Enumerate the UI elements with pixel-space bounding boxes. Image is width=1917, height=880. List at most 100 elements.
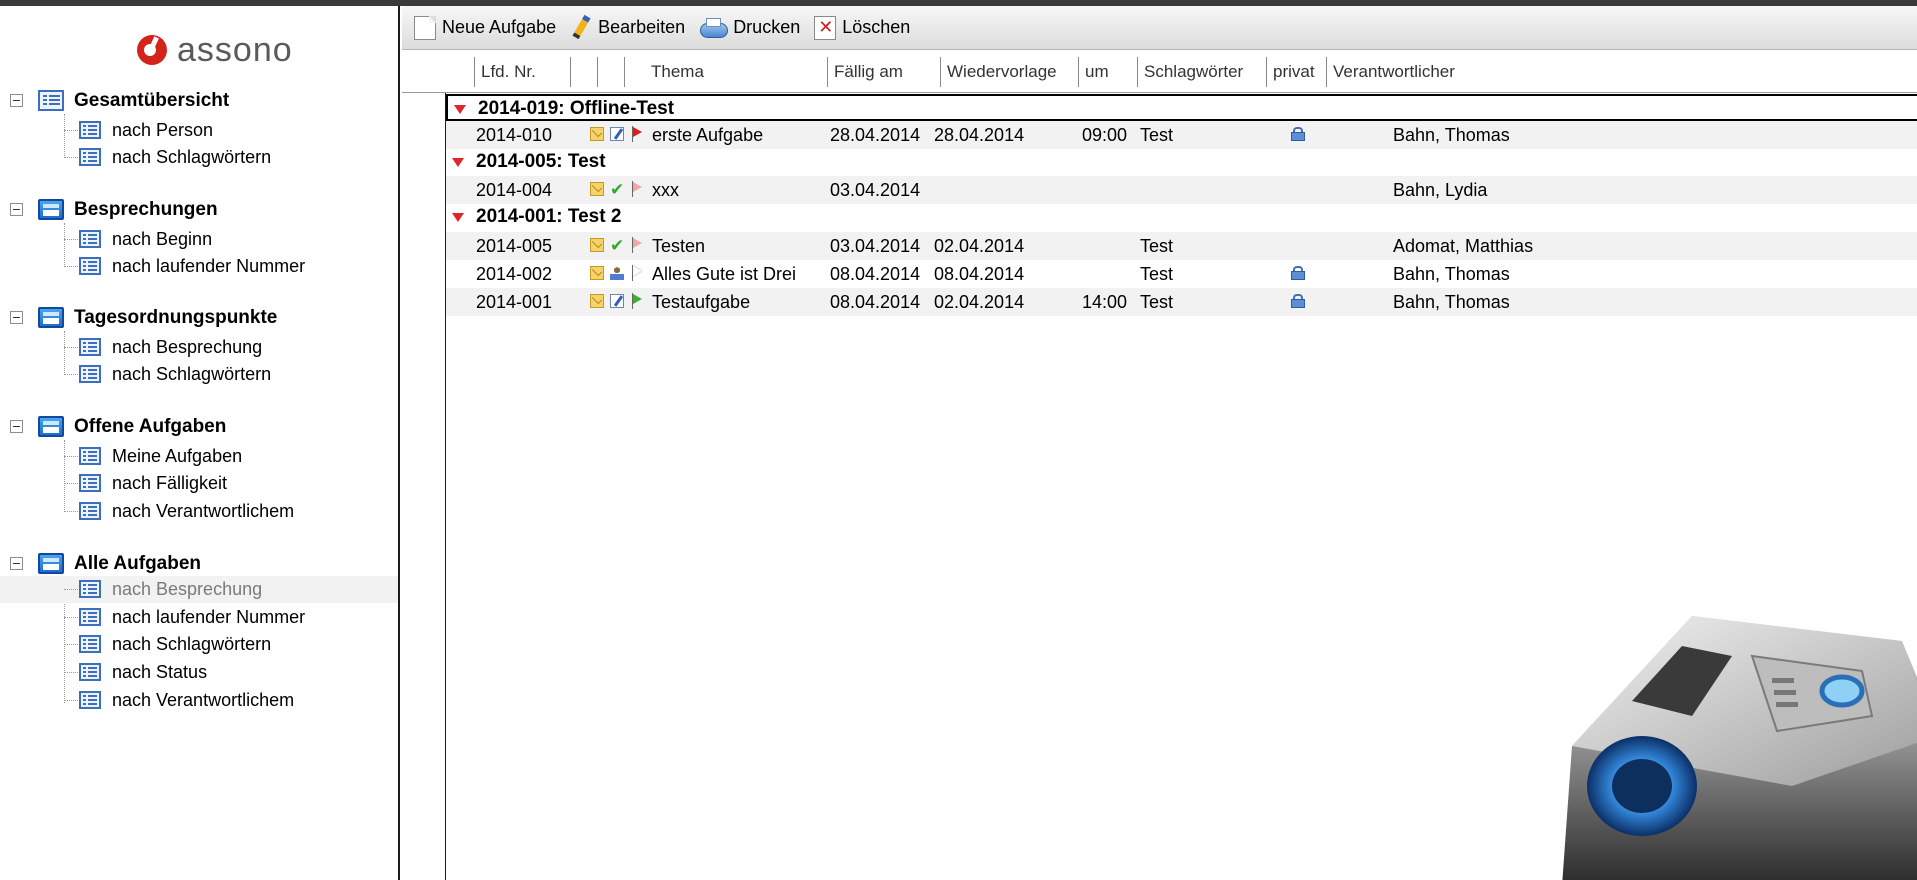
collapse-icon[interactable]	[10, 557, 23, 570]
new-task-button[interactable]: Neue Aufgabe	[414, 13, 556, 43]
table-row[interactable]: 2014-004 ✔ xxx 03.04.2014 Bahn, Lydia	[446, 176, 1917, 204]
list-view-icon	[79, 635, 101, 653]
nav-group-label: Alle Aufgaben	[74, 553, 202, 574]
collapse-icon[interactable]	[10, 94, 23, 107]
nav-item-nach-schlagwoertern[interactable]: nach Schlagwörtern	[0, 631, 398, 658]
mail-icon	[590, 266, 604, 280]
delete-button[interactable]: Löschen	[814, 13, 910, 43]
edit-button[interactable]: Bearbeiten	[570, 13, 685, 43]
list-view-icon	[79, 474, 101, 492]
column-header-um[interactable]: um	[1078, 57, 1137, 87]
flag-pink-icon[interactable]	[631, 237, 643, 253]
nav-item-nach-verantwortlichem[interactable]: nach Verantwortlichem	[0, 687, 398, 714]
pencil-icon	[570, 16, 592, 40]
column-header-verantwortlicher[interactable]: Verantwortlicher	[1326, 57, 1526, 87]
person-icon	[610, 266, 624, 280]
list-view-icon	[79, 338, 101, 356]
flag-pink-icon[interactable]	[631, 181, 643, 197]
cell-schlagwoerter: Test	[1140, 264, 1174, 284]
nav-item-nach-faelligkeit[interactable]: nach Fälligkeit	[0, 470, 398, 497]
nav-item-label: nach Schlagwörtern	[112, 364, 272, 384]
column-header-status[interactable]	[570, 57, 597, 87]
nav-item-label: nach Status	[112, 662, 208, 682]
column-header-wiedervorlage[interactable]: Wiedervorlage	[940, 57, 1078, 87]
nav-item-nach-laufender-nummer[interactable]: nach laufender Nummer	[0, 253, 398, 280]
nav-item-nach-besprechung[interactable]: nach Besprechung	[0, 334, 398, 361]
column-header-schlagwoerter[interactable]: Schlagwörter	[1137, 57, 1266, 87]
nav-item-nach-person[interactable]: nach Person	[0, 117, 398, 144]
column-header-faellig-am[interactable]: Fällig am	[827, 57, 940, 87]
nav-group-label: Besprechungen	[74, 199, 218, 220]
mail-icon	[590, 294, 604, 308]
print-button[interactable]: Drucken	[699, 13, 800, 43]
column-header-flag[interactable]	[597, 57, 624, 87]
flag-red-icon[interactable]	[631, 126, 643, 142]
cell-wiedervorlage: 02.04.2014	[934, 236, 1025, 256]
collapse-icon[interactable]	[10, 203, 23, 216]
nav-item-nach-status[interactable]: nach Status	[0, 659, 398, 686]
folder-icon	[38, 416, 64, 437]
check-icon: ✔	[610, 180, 625, 200]
cell-nr: 2014-001	[476, 292, 553, 312]
nav-item-nach-schlagwoertern[interactable]: nach Schlagwörtern	[0, 144, 398, 171]
list-view-icon	[79, 257, 101, 275]
task-group-header[interactable]: 2014-019: Offline-Test	[446, 94, 1917, 121]
lock-icon	[1290, 266, 1305, 280]
list-view-icon	[79, 691, 101, 709]
toolbar: Neue Aufgabe Bearbeiten Drucken Löschen	[402, 6, 1917, 50]
projector-illustration	[1542, 586, 1917, 880]
collapse-icon[interactable]	[10, 420, 23, 433]
check-icon: ✔	[610, 236, 625, 256]
list-view-icon	[79, 148, 101, 166]
table-row[interactable]: 2014-001 Testaufgabe 08.04.2014 02.04.20…	[446, 288, 1917, 316]
collapse-icon[interactable]	[10, 311, 23, 324]
nav-item-nach-verantwortlichem[interactable]: nach Verantwortlichem	[0, 498, 398, 525]
cell-thema: Alles Gute ist Drei	[652, 264, 797, 284]
nav-item-nach-schlagwoertern[interactable]: nach Schlagwörtern	[0, 361, 398, 388]
nav-item-label: nach Schlagwörtern	[112, 147, 272, 167]
cell-schlagwoerter: Test	[1140, 292, 1174, 312]
cell-faellig: 08.04.2014	[830, 264, 921, 284]
nav-group-label: Tagesordnungspunkte	[74, 307, 278, 328]
cell-faellig: 03.04.2014	[830, 180, 921, 200]
nav-item-nach-beginn[interactable]: nach Beginn	[0, 226, 398, 253]
nav-item-nach-besprechung-selected[interactable]: nach Besprechung	[0, 576, 398, 603]
list-view-icon	[79, 121, 101, 139]
logo-mark-icon	[137, 35, 167, 65]
cell-faellig: 03.04.2014	[830, 236, 921, 256]
collapse-triangle-icon[interactable]	[452, 213, 464, 222]
list-view-icon	[79, 365, 101, 383]
task-group-title: 2014-001: Test 2	[476, 206, 622, 227]
column-header-lfd-nr[interactable]: Lfd. Nr.	[474, 57, 570, 87]
nav-item-label: Meine Aufgaben	[112, 446, 243, 466]
new-task-label: Neue Aufgabe	[442, 17, 557, 37]
column-header-privat[interactable]: privat	[1266, 57, 1326, 87]
cell-nr: 2014-010	[476, 125, 553, 145]
list-view-icon	[79, 580, 101, 598]
mail-icon	[590, 182, 604, 196]
column-header-thema[interactable]: Thema	[624, 57, 827, 87]
cell-verantwortlicher: Bahn, Thomas	[1393, 264, 1510, 284]
print-label: Drucken	[733, 17, 801, 37]
task-group-header[interactable]: 2014-001: Test 2	[446, 204, 1917, 231]
table-row[interactable]: 2014-010 erste Aufgabe 28.04.2014 28.04.…	[446, 121, 1917, 149]
cell-nr: 2014-004	[476, 180, 553, 200]
lock-icon	[1290, 294, 1305, 308]
list-view-icon	[79, 663, 101, 681]
table-row[interactable]: 2014-005 ✔ Testen 03.04.2014 02.04.2014 …	[446, 232, 1917, 260]
collapse-triangle-icon[interactable]	[454, 105, 466, 114]
task-group-header[interactable]: 2014-005: Test	[446, 149, 1917, 176]
collapse-triangle-icon[interactable]	[452, 158, 464, 167]
main-panel: Neue Aufgabe Bearbeiten Drucken Löschen …	[402, 6, 1917, 880]
folder-icon	[38, 199, 64, 220]
cell-verantwortlicher: Bahn, Thomas	[1393, 292, 1510, 312]
table-row[interactable]: 2014-002 Alles Gute ist Drei 08.04.2014 …	[446, 260, 1917, 288]
nav-item-label: nach laufender Nummer	[112, 607, 306, 627]
nav-item-label: nach Fälligkeit	[112, 473, 228, 493]
nav-item-meine-aufgaben[interactable]: Meine Aufgaben	[0, 443, 398, 470]
flag-green-icon[interactable]	[631, 293, 643, 309]
nav-item-label: nach Besprechung	[112, 579, 263, 599]
navigation-sidebar: assono Gesamtübersicht nach Person nach …	[0, 6, 400, 880]
flag-outline-icon[interactable]	[631, 265, 643, 281]
nav-item-nach-laufender-nummer[interactable]: nach laufender Nummer	[0, 604, 398, 631]
